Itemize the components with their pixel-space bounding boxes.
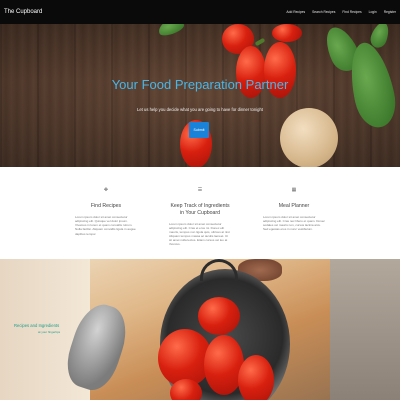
nav-link-register[interactable]: Register <box>384 10 396 14</box>
wooden-spoon-image <box>280 108 338 167</box>
pan-handle-image <box>200 259 238 281</box>
feature-card-find-recipes: ✥ Find Recipes Lorem ipsum dolor sit ame… <box>75 187 137 259</box>
cooking-photo-section: Recipes and Ingredients at your fingerti… <box>0 259 400 400</box>
hero-submit-button[interactable]: Submit <box>189 122 209 138</box>
brand-logo[interactable]: The Cupboard <box>4 9 42 15</box>
hero-title: Your Food Preparation Partner <box>111 77 289 92</box>
feature-description: Lorem ipsum dolor sit amet consectetur a… <box>263 214 325 232</box>
nav-links: Add Recipes Search Recipes Find Recipes … <box>286 10 396 14</box>
feature-card-meal-planner: ▦ Meal Planner Lorem ipsum dolor sit ame… <box>263 187 325 259</box>
list-icon: ☰ <box>197 187 203 193</box>
navbar: The Cupboard Add Recipes Search Recipes … <box>0 0 400 24</box>
section-subtitle: at your fingertips <box>38 330 61 334</box>
feature-card-ingredients: ☰ Keep Track of Ingredients in Your Cupb… <box>169 187 231 259</box>
tomato-image <box>238 355 274 400</box>
tomato-image <box>170 379 202 400</box>
countertop-image <box>330 259 400 400</box>
calendar-icon: ▦ <box>291 187 297 193</box>
nav-link-find-recipes[interactable]: Find Recipes <box>342 10 361 14</box>
feature-title: Meal Planner <box>278 203 310 209</box>
features-section: ✥ Find Recipes Lorem ipsum dolor sit ame… <box>0 167 400 259</box>
fork-knife-icon: ✥ <box>103 187 109 193</box>
tomato-image <box>198 297 240 335</box>
nav-link-add-recipes[interactable]: Add Recipes <box>286 10 305 14</box>
feature-title: Keep Track of Ingredients in Your Cupboa… <box>170 203 230 216</box>
feature-description: Lorem ipsum dolor sit amet consectetur a… <box>169 221 231 247</box>
nav-link-login[interactable]: Login <box>369 10 377 14</box>
hero-subtitle: Let us help you decide what you are goin… <box>137 107 263 112</box>
feature-title: Find Recipes <box>90 203 122 209</box>
nav-link-search-recipes[interactable]: Search Recipes <box>312 10 335 14</box>
feature-description: Lorem ipsum dolor sit amet consectetur a… <box>75 214 136 236</box>
tomato-image <box>272 24 302 42</box>
section-title: Recipes and Ingredients <box>14 323 60 328</box>
hero-banner: Your Food Preparation Partner Let us hel… <box>0 24 400 167</box>
